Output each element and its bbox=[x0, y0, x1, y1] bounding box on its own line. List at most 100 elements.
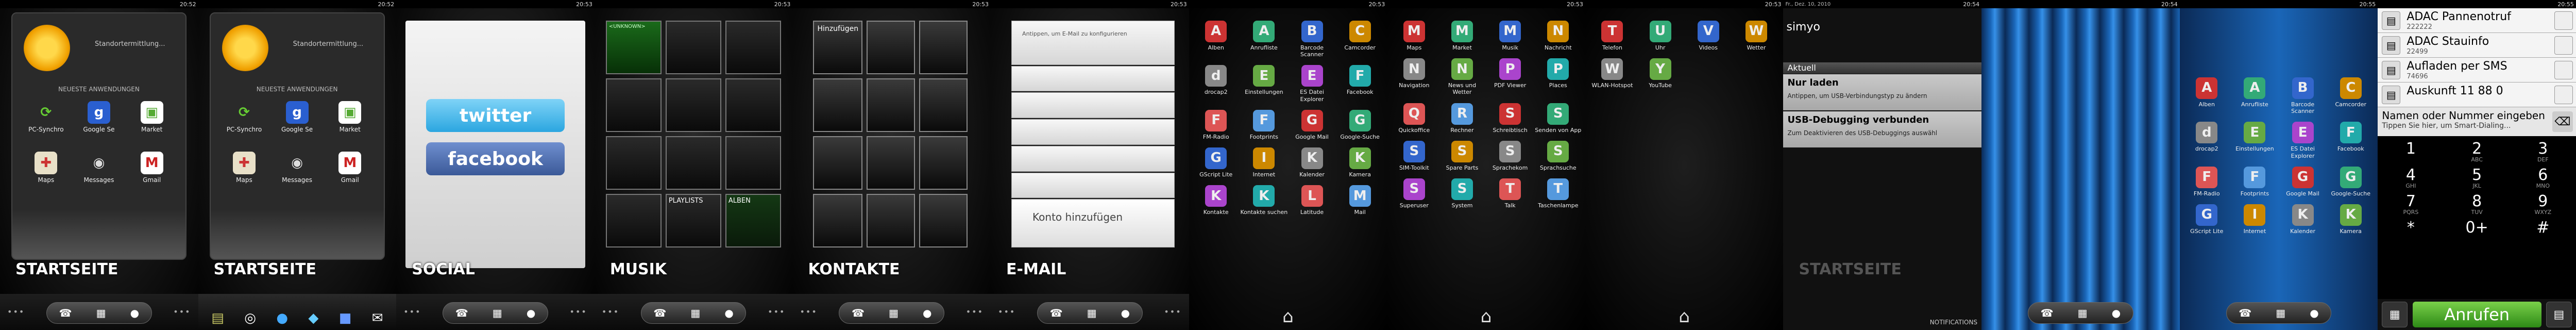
app-internet[interactable]: I Internet bbox=[2231, 204, 2279, 235]
contact-tile[interactable] bbox=[919, 136, 968, 190]
contact-row[interactable]: ▤ Auskunft 11 88 0 bbox=[2378, 82, 2576, 107]
email-icon[interactable]: ✉ bbox=[372, 310, 383, 326]
app-pc-synchro[interactable]: ⟳ PC-Synchro bbox=[218, 101, 271, 133]
app-maps[interactable]: ✚ Maps bbox=[218, 152, 271, 184]
app-gmail[interactable]: M Gmail bbox=[324, 152, 377, 184]
app-kontakte-suchen[interactable]: K Kontakte suchen bbox=[1240, 185, 1288, 216]
app-senden-von-app[interactable]: S Senden von App bbox=[1534, 103, 1582, 134]
sun-icon[interactable] bbox=[222, 25, 268, 71]
backspace-icon[interactable]: ⌫ bbox=[2552, 111, 2573, 132]
app-kalender[interactable]: K Kalender bbox=[1288, 147, 1336, 178]
phone-icon[interactable]: ☎ bbox=[852, 307, 865, 319]
music-disc-icon[interactable]: ◎ bbox=[244, 310, 256, 326]
app-google-suche[interactable]: G Google-Suche bbox=[2327, 166, 2375, 197]
key-10[interactable]: 0+ bbox=[2444, 220, 2510, 236]
app-superuser[interactable]: S Superuser bbox=[1390, 178, 1438, 209]
app-fm-radio[interactable]: F FM-Radio bbox=[1192, 109, 1240, 140]
app-kontakte[interactable]: K Kontakte bbox=[1192, 185, 1240, 216]
key-11[interactable]: # bbox=[2510, 220, 2576, 236]
music-tile[interactable] bbox=[725, 21, 781, 74]
facebook-button[interactable]: facebook bbox=[426, 142, 565, 175]
app-gmail[interactable]: M Gmail bbox=[125, 152, 178, 184]
app-footprints[interactable]: F Footprints bbox=[2231, 166, 2279, 197]
music-tile[interactable] bbox=[605, 78, 662, 132]
app-drawer-icon[interactable]: ▦ bbox=[690, 307, 700, 319]
app-wetter[interactable]: W Wetter bbox=[1732, 21, 1780, 51]
contact-row[interactable]: ▤ Aufladen per SMS 74696 bbox=[2378, 58, 2576, 82]
add-account-button[interactable]: Konto hinzufügen bbox=[1011, 199, 1175, 248]
app-footprints[interactable]: F Footprints bbox=[1240, 109, 1288, 140]
app-barcode-scanner[interactable]: B Barcode Scanner bbox=[1288, 21, 1336, 58]
app-drawer-icon[interactable]: ▦ bbox=[2078, 307, 2088, 319]
app-google-mail[interactable]: G Google Mail bbox=[1288, 109, 1336, 140]
app-alben[interactable]: A Alben bbox=[2183, 77, 2231, 114]
phone-icon[interactable]: ☎ bbox=[2239, 307, 2251, 319]
chat-icon[interactable]: ● bbox=[276, 310, 288, 326]
browser-icon[interactable]: ● bbox=[527, 307, 535, 319]
menu-dots-right-icon[interactable]: ••• bbox=[173, 307, 191, 317]
app-market[interactable]: M Market bbox=[1438, 21, 1486, 51]
playlists-tile[interactable]: PLAYLISTS bbox=[665, 194, 721, 248]
app-es-datei-explorer[interactable]: E ES Datei Explorer bbox=[1288, 65, 1336, 103]
contact-detail-icon[interactable] bbox=[2554, 86, 2573, 104]
app-messages[interactable]: ◉ Messages bbox=[270, 152, 324, 184]
contact-tile[interactable] bbox=[867, 136, 916, 190]
app-camcorder[interactable]: C Camcorder bbox=[2327, 77, 2375, 114]
phone-icon[interactable]: ☎ bbox=[1050, 307, 1063, 319]
contacts-book-icon[interactable]: ▤ bbox=[2546, 302, 2572, 327]
contact-detail-icon[interactable] bbox=[2554, 36, 2573, 55]
phone-icon[interactable]: ☎ bbox=[2041, 307, 2054, 319]
key-5[interactable]: 6 MNO bbox=[2510, 168, 2576, 189]
music-tile[interactable] bbox=[665, 136, 721, 190]
key-9[interactable]: * bbox=[2378, 220, 2444, 236]
contact-tile[interactable] bbox=[867, 78, 916, 132]
app-pc-synchro[interactable]: ⟳ PC-Synchro bbox=[20, 101, 73, 133]
app-fm-radio[interactable]: F FM-Radio bbox=[2183, 166, 2231, 197]
app-drawer-icon[interactable]: ▦ bbox=[2276, 307, 2285, 319]
browser-icon[interactable]: ● bbox=[2310, 307, 2318, 319]
call-button[interactable]: Anrufen bbox=[2412, 302, 2541, 327]
app-anrufliste[interactable]: A Anrufliste bbox=[2231, 77, 2279, 114]
browser-icon[interactable]: ● bbox=[724, 307, 733, 319]
contact-tile[interactable] bbox=[919, 21, 968, 74]
app-talk[interactable]: T Talk bbox=[1486, 178, 1534, 209]
app-camcorder[interactable]: C Camcorder bbox=[1336, 21, 1384, 58]
app-kamera[interactable]: K Kamera bbox=[2327, 204, 2375, 235]
contact-tile[interactable] bbox=[867, 194, 916, 248]
notification-usb-debugging[interactable]: USB-Debugging verbunden Zum Deaktivieren… bbox=[1783, 111, 1982, 147]
app-google-search[interactable]: g Google Se bbox=[73, 101, 126, 133]
app-mail[interactable]: M Mail bbox=[1336, 185, 1384, 216]
contact-tile[interactable] bbox=[813, 136, 863, 190]
app-facebook[interactable]: F Facebook bbox=[1336, 65, 1384, 102]
app-gscript-lite[interactable]: G GScript Lite bbox=[2183, 204, 2231, 235]
app-kalender[interactable]: K Kalender bbox=[2279, 204, 2327, 235]
notifications-handle[interactable]: NOTIFICATIONS bbox=[1930, 319, 1977, 326]
menu-dots-left-icon[interactable]: ••• bbox=[602, 307, 619, 317]
albums-tile[interactable]: ALBEN bbox=[725, 194, 781, 248]
app-sprachsuche[interactable]: S Sprachsuche bbox=[1534, 140, 1582, 171]
app-einstellungen[interactable]: E Einstellungen bbox=[1240, 65, 1288, 102]
phone-icon[interactable]: ☎ bbox=[455, 307, 468, 319]
app-facebook[interactable]: F Facebook bbox=[2327, 122, 2375, 159]
app-drocap2[interactable]: d drocap2 bbox=[2183, 122, 2231, 159]
contact-row[interactable]: ▤ ADAC Stauinfo 22499 bbox=[2378, 33, 2576, 58]
browser-icon[interactable]: ● bbox=[130, 307, 139, 319]
app-latitude[interactable]: L Latitude bbox=[1288, 185, 1336, 216]
contact-tile[interactable] bbox=[813, 194, 863, 248]
app-spare-parts[interactable]: S Spare Parts bbox=[1438, 140, 1486, 171]
keypad-toggle-icon[interactable]: ▦ bbox=[2382, 302, 2408, 327]
key-8[interactable]: 9 WXYZ bbox=[2510, 194, 2576, 216]
app-alben[interactable]: A Alben bbox=[1192, 21, 1240, 58]
app-market[interactable]: ▣ Market bbox=[324, 101, 377, 133]
home-icon[interactable]: ⌂ bbox=[1481, 306, 1492, 327]
key-7[interactable]: 8 TUV bbox=[2444, 194, 2510, 216]
app-google-search[interactable]: g Google Se bbox=[270, 101, 324, 133]
app-einstellungen[interactable]: E Einstellungen bbox=[2231, 122, 2279, 159]
app-drawer-icon[interactable]: ▦ bbox=[96, 307, 106, 319]
app-quickoffice[interactable]: Q Quickoffice bbox=[1390, 103, 1438, 134]
browser-icon[interactable]: ● bbox=[2112, 307, 2121, 319]
menu-dots-right-icon[interactable]: ••• bbox=[966, 307, 984, 317]
key-1[interactable]: 2 ABC bbox=[2444, 141, 2510, 163]
app-rechner[interactable]: R Rechner bbox=[1438, 103, 1486, 134]
contact-detail-icon[interactable] bbox=[2554, 11, 2573, 30]
